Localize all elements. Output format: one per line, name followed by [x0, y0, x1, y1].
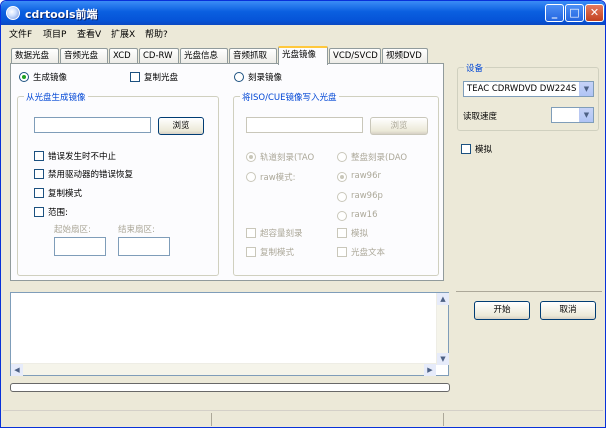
log-vertical-scrollbar[interactable]: ▲ ▼	[436, 293, 449, 365]
raw-mode-radio[interactable]	[246, 172, 256, 182]
browse-button[interactable]: 浏览	[158, 117, 204, 135]
menu-help[interactable]: 帮助?	[145, 27, 168, 40]
tab-audio-rip[interactable]: 音频抓取	[229, 48, 277, 64]
raw96p-label: raw96p	[351, 191, 383, 201]
window-title: cdrtools前端	[25, 8, 98, 21]
source-path-input[interactable]	[34, 117, 151, 133]
tab-data-disc[interactable]: 数据光盘	[11, 48, 59, 64]
dao-radio[interactable]	[337, 152, 347, 162]
burn-image-label: 刻录镜像	[248, 73, 283, 83]
menu-project[interactable]: 项目P	[43, 27, 66, 40]
tao-label: 轨道刻录(TAO	[260, 153, 315, 163]
range-label: 范围:	[48, 208, 68, 218]
scroll-up-icon[interactable]: ▲	[437, 293, 449, 305]
simulate-checkbox[interactable]	[461, 144, 471, 154]
main-window: cdrtools前端 _ □ ✕ 文件F 项目P 查看V 扩展X 帮助? 数据光…	[0, 0, 606, 428]
generate-image-radio[interactable]	[19, 72, 29, 82]
status-bar	[3, 410, 603, 427]
read-speed-select[interactable]: ▼	[551, 107, 594, 123]
log-horizontal-scrollbar[interactable]: ◀ ▶	[11, 363, 436, 376]
create-image-group-title: 从光盘生成镜像	[24, 91, 88, 103]
scroll-left-icon[interactable]: ◀	[11, 364, 23, 376]
device-group-title: 设备	[464, 62, 486, 74]
chevron-down-icon[interactable]: ▼	[579, 108, 593, 122]
simulate-write-checkbox[interactable]	[337, 228, 347, 238]
write-image-group-title: 将ISO/CUE镜像写入光盘	[240, 91, 339, 103]
start-button[interactable]: 开始	[474, 301, 530, 320]
disable-error-recovery-label: 禁用驱动器的错误恢复	[48, 170, 134, 180]
write-copy-mode-label: 复制模式	[260, 248, 295, 258]
tab-disc-image[interactable]: 光盘镜像	[278, 46, 328, 65]
menu-bar: 文件F 项目P 查看V 扩展X 帮助?	[3, 25, 603, 41]
tao-radio[interactable]	[246, 152, 256, 162]
menu-file[interactable]: 文件F	[9, 27, 32, 40]
cd-text-checkbox[interactable]	[337, 247, 347, 257]
end-sector-input[interactable]	[118, 237, 170, 256]
minimize-button[interactable]: _	[545, 4, 564, 22]
raw96p-radio[interactable]	[337, 192, 347, 202]
overburn-label: 超容量刻录	[260, 229, 303, 239]
tab-vcd-svcd[interactable]: VCD/SVCD	[329, 48, 381, 64]
drive-select[interactable]: TEAC CDRWDVD DW224S ▼	[463, 81, 594, 97]
app-disc-icon	[6, 6, 20, 20]
no-abort-on-error-checkbox[interactable]	[34, 151, 44, 161]
image-path-input[interactable]	[246, 117, 363, 133]
chevron-down-icon[interactable]: ▼	[579, 82, 593, 96]
tab-disc-info[interactable]: 光盘信息	[180, 48, 228, 64]
simulate-label: 模拟	[475, 145, 493, 155]
log-output[interactable]: ▲ ▼ ◀ ▶	[10, 292, 449, 376]
burn-image-radio[interactable]	[234, 72, 244, 82]
raw96r-radio[interactable]	[337, 172, 347, 182]
start-sector-input[interactable]	[54, 237, 106, 256]
range-checkbox[interactable]	[34, 207, 44, 217]
menu-extensions[interactable]: 扩展X	[111, 27, 135, 40]
generate-image-label: 生成镜像	[33, 73, 68, 83]
simulate-write-label: 模拟	[351, 229, 369, 239]
overburn-checkbox[interactable]	[246, 228, 256, 238]
tab-cdrw[interactable]: CD-RW	[139, 48, 179, 64]
image-browse-button[interactable]: 浏览	[370, 117, 428, 135]
raw16-label: raw16	[351, 210, 378, 220]
read-speed-label: 读取速度	[463, 112, 498, 122]
menu-view[interactable]: 查看V	[77, 27, 101, 40]
title-bar: cdrtools前端 _ □ ✕	[1, 1, 605, 25]
maximize-button[interactable]: □	[565, 4, 584, 22]
start-sector-label: 起始扇区:	[54, 225, 91, 235]
copy-mode-label: 复制模式	[48, 189, 83, 199]
end-sector-label: 结束扇区:	[118, 225, 155, 235]
copy-disc-checkbox[interactable]	[130, 72, 140, 82]
scroll-down-icon[interactable]: ▼	[437, 353, 449, 365]
tab-video-dvd[interactable]: 视频DVD	[382, 48, 428, 64]
progress-bar	[10, 383, 450, 392]
write-copy-mode-checkbox[interactable]	[246, 247, 256, 257]
raw-mode-label: raw模式:	[260, 173, 296, 183]
raw16-radio[interactable]	[337, 211, 347, 221]
status-separator	[211, 413, 212, 426]
no-abort-on-error-label: 错误发生时不中止	[48, 152, 117, 162]
copy-disc-label: 复制光盘	[144, 73, 179, 83]
cancel-button[interactable]: 取消	[540, 301, 596, 320]
status-separator	[443, 413, 444, 426]
disc-image-panel: 生成镜像 复制光盘 刻录镜像 从光盘生成镜像 浏览 错误发生时不中止 禁用驱动器…	[10, 63, 444, 281]
raw96r-label: raw96r	[351, 171, 381, 181]
cd-text-label: 光盘文本	[351, 248, 386, 258]
scroll-right-icon[interactable]: ▶	[424, 364, 436, 376]
close-button[interactable]: ✕	[585, 4, 604, 22]
disable-error-recovery-checkbox[interactable]	[34, 169, 44, 179]
dao-label: 整盘刻录(DAO	[351, 153, 408, 163]
copy-mode-checkbox[interactable]	[34, 188, 44, 198]
drive-select-value: TEAC CDRWDVD DW224S	[467, 84, 577, 94]
actions-divider	[456, 291, 602, 292]
tab-xcd[interactable]: XCD	[109, 48, 138, 64]
write-image-group: 将ISO/CUE镜像写入光盘 浏览 轨道刻录(TAO 整盘刻录(DAO raw模…	[233, 91, 439, 276]
tab-audio-disc[interactable]: 音频光盘	[60, 48, 108, 64]
device-group: 设备 TEAC CDRWDVD DW224S ▼ 读取速度 ▼	[457, 62, 599, 131]
create-image-group: 从光盘生成镜像 浏览 错误发生时不中止 禁用驱动器的错误恢复 复制模式 范围: …	[17, 91, 219, 276]
